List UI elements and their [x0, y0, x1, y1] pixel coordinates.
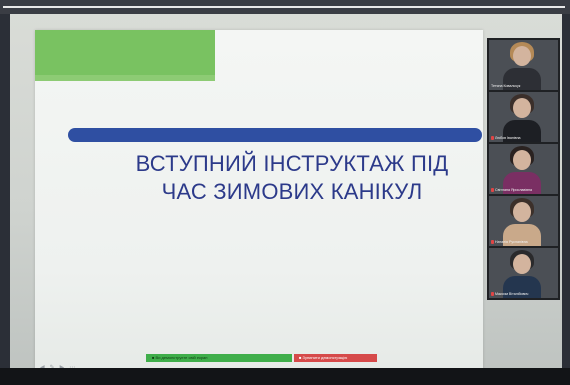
- participant-name: Тетяна Ковальчук: [491, 84, 521, 88]
- screen-share-status-label: Ви демонструєте свій екран: [155, 355, 208, 360]
- screen-share-status: ■ Ви демонструєте свій екран: [146, 354, 292, 362]
- muted-mic-icon: [491, 240, 494, 245]
- participant-name: Наталія Русланівна: [495, 240, 528, 244]
- muted-mic-icon: [491, 292, 494, 297]
- screen-share-bar: ■ Ви демонструєте свій екран ■ Зупинити …: [146, 354, 377, 362]
- participant-tile[interactable]: Наталія Русланівна: [489, 196, 558, 246]
- slide-title-line-1: ВСТУПНИЙ ІНСТРУКТАЖ ПІД: [135, 151, 449, 176]
- participant-name: Любов Іванівна: [495, 136, 521, 140]
- muted-mic-icon: [491, 136, 494, 141]
- stop-share-label: Зупинити демонстрацію: [302, 355, 348, 360]
- muted-mic-icon: [491, 188, 494, 193]
- participant-tile[interactable]: Максим Віталійович: [489, 248, 558, 298]
- participant-name: Максим Віталійович: [495, 292, 529, 296]
- avatar: [513, 254, 531, 274]
- bottom-frame: [0, 368, 570, 385]
- presentation-slide: ВСТУПНИЙ ІНСТРУКТАЖ ПІД ЧАС ЗИМОВИХ КАНІ…: [35, 30, 483, 372]
- participant-name-row: Любов Іванівна: [491, 135, 556, 141]
- stop-share-button[interactable]: ■ Зупинити демонстрацію: [294, 354, 377, 362]
- participant-name-row: Світлана Ярославівна: [491, 187, 556, 193]
- slide-blue-bar: [68, 128, 482, 142]
- slide-green-block: [35, 30, 215, 75]
- avatar: [513, 202, 531, 222]
- participant-tile[interactable]: Любов Іванівна: [489, 92, 558, 142]
- share-screen-icon: ■: [152, 355, 155, 360]
- slide-title-line-2: ЧАС ЗИМОВИХ КАНІКУЛ: [161, 179, 423, 204]
- avatar: [513, 98, 531, 118]
- avatar: [513, 46, 531, 66]
- stop-icon: ■: [299, 355, 302, 360]
- participant-name-row: Наталія Русланівна: [491, 239, 556, 245]
- participant-tile[interactable]: Світлана Ярославівна: [489, 144, 558, 194]
- projection-screen: ВСТУПНИЙ ІНСТРУКТАЖ ПІД ЧАС ЗИМОВИХ КАНІ…: [10, 14, 562, 372]
- top-divider: [3, 6, 565, 8]
- participant-name: Світлана Ярославівна: [495, 188, 533, 192]
- participant-tile[interactable]: Тетяна Ковальчук: [489, 40, 558, 90]
- avatar: [513, 150, 531, 170]
- participants-panel: Тетяна Ковальчук Любов Іванівна Світлана…: [487, 38, 560, 300]
- participant-name-row: Максим Віталійович: [491, 291, 556, 297]
- slide-green-band: [35, 75, 215, 81]
- slide-title: ВСТУПНИЙ ІНСТРУКТАЖ ПІД ЧАС ЗИМОВИХ КАНІ…: [107, 150, 477, 206]
